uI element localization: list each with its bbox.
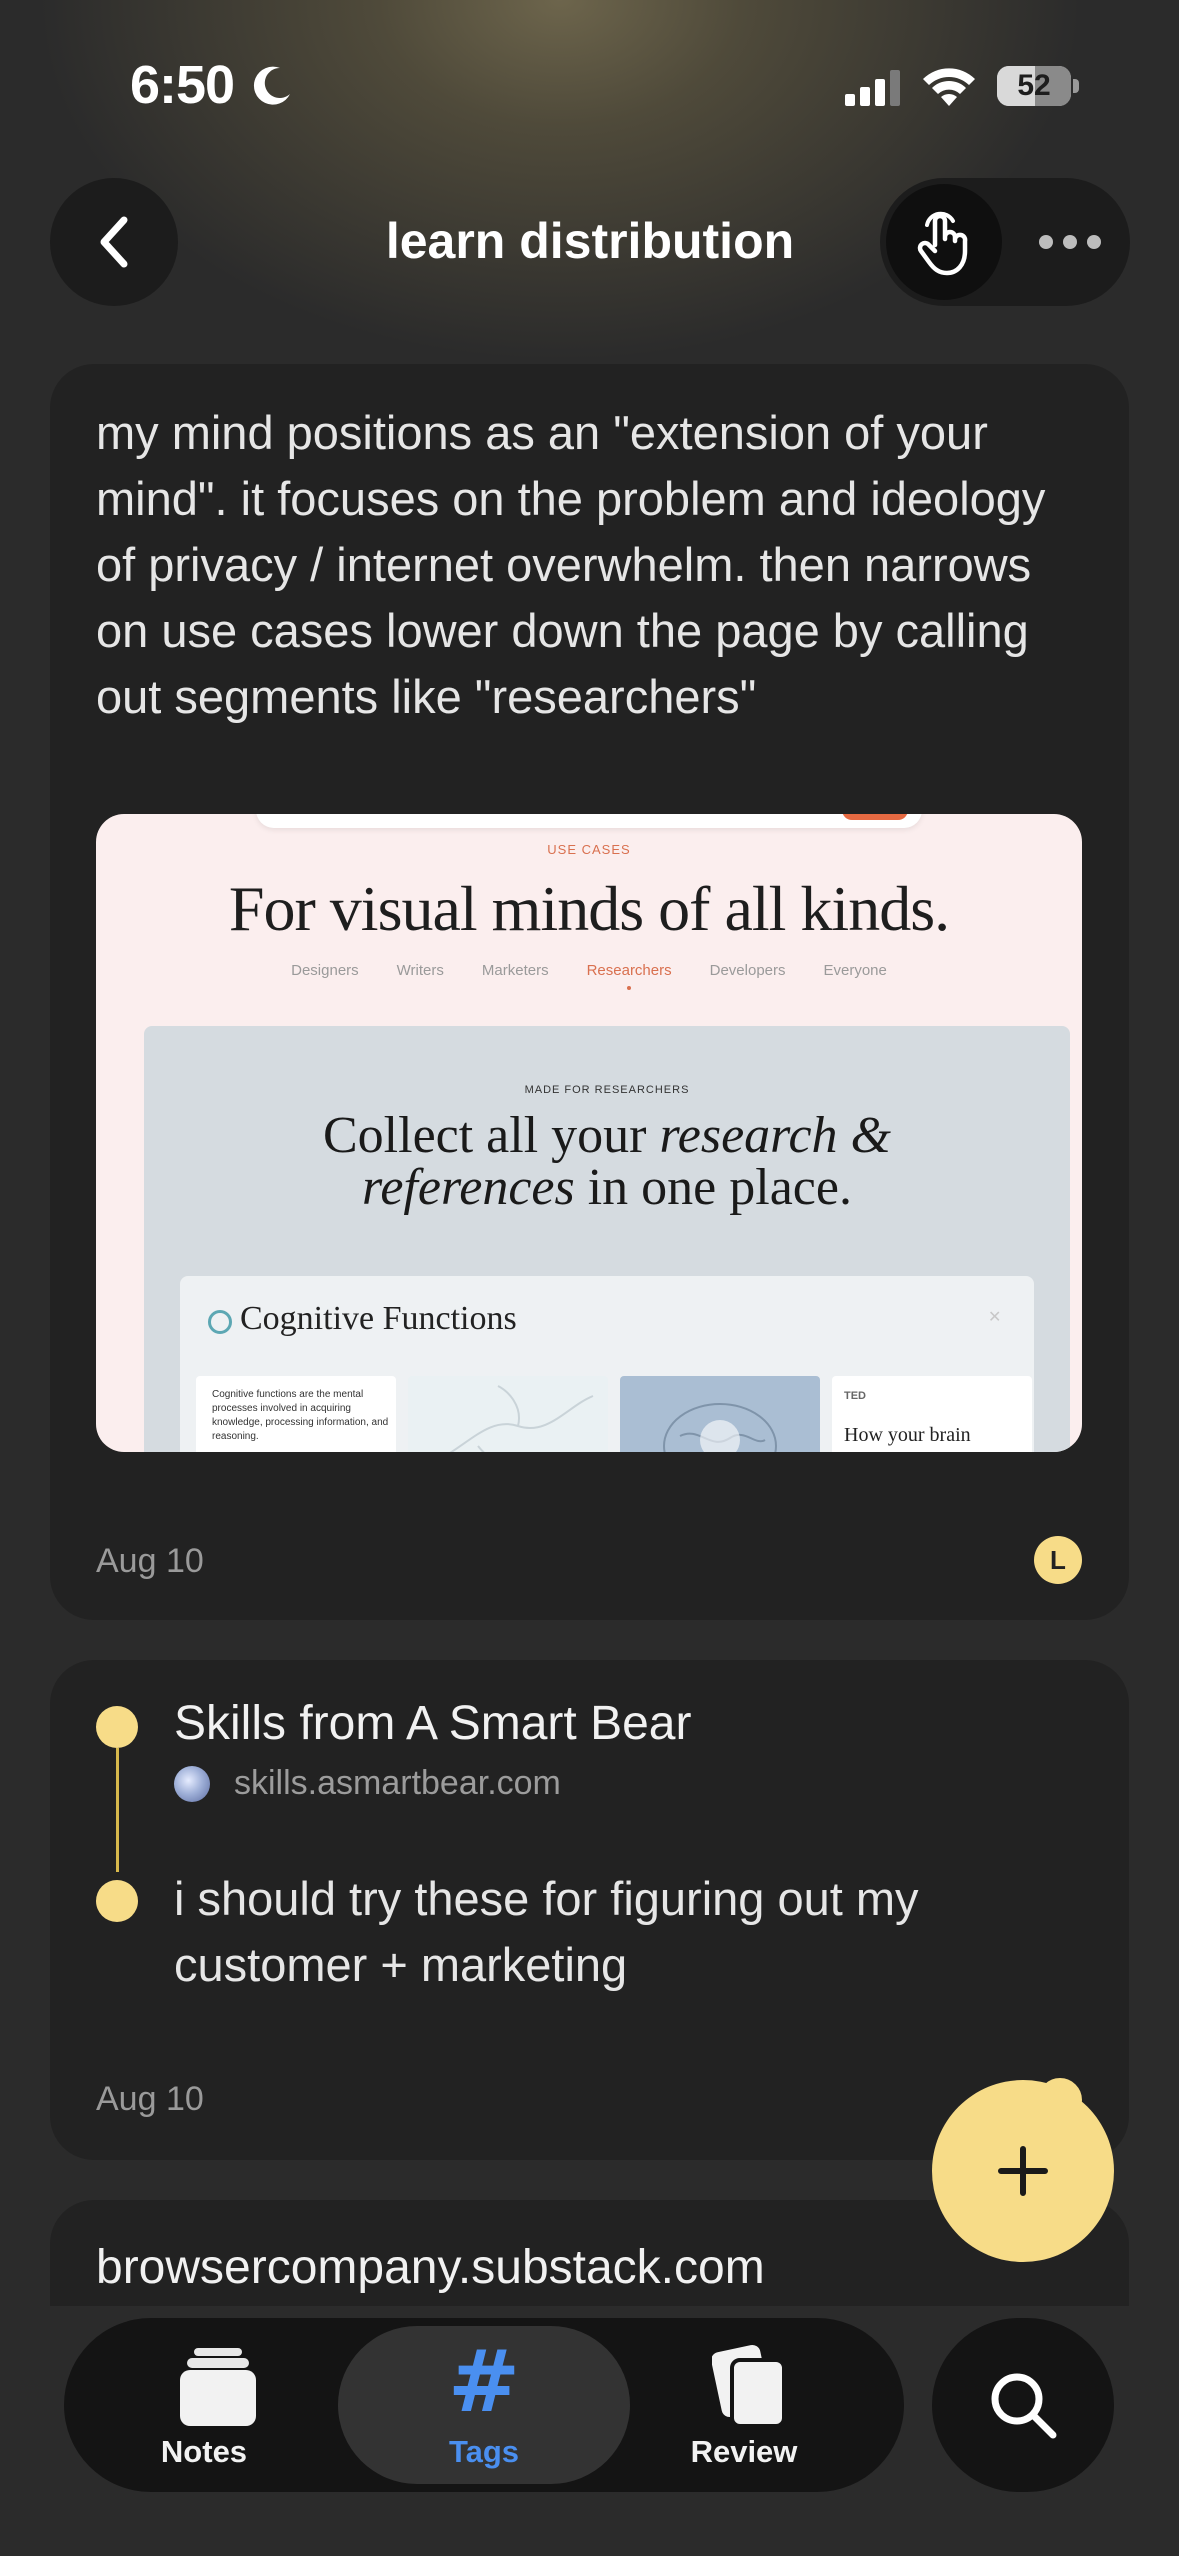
preview-panel: MADE FOR RESEARCHERS Collect all your re… (144, 1026, 1070, 1452)
preview-tile-ted: TED How your brain (832, 1376, 1032, 1452)
preview-inner-title: Cognitive Functions (240, 1300, 517, 1337)
tab-notes[interactable]: Notes (64, 2318, 344, 2492)
preview-tab: Marketers (481, 962, 549, 979)
preview-tile-title: How your brain (844, 1424, 971, 1446)
preview-inner-card: Cognitive Functions ✕ Cognitive function… (180, 1276, 1034, 1452)
tab-tags[interactable]: # Tags (338, 2318, 630, 2492)
link-title[interactable]: Skills from A Smart Bear (174, 1696, 691, 1751)
hashtag-icon: # (447, 2332, 521, 2432)
preview-tabs: Designers Writers Marketers Researchers … (96, 962, 1082, 990)
preview-nav-bar (256, 814, 922, 828)
gesture-button[interactable] (886, 184, 1002, 300)
hand-pointer-icon (917, 211, 968, 276)
note-text: my mind positions as an "extension of yo… (96, 406, 1046, 723)
preview-tile-video (620, 1376, 820, 1452)
preview-tile-source: TED (844, 1390, 866, 1402)
more-dot (1039, 235, 1053, 249)
tab-label: Notes (160, 2434, 248, 2469)
circle-icon (208, 1310, 232, 1334)
timeline-dot (96, 1880, 138, 1922)
note-date: Aug 10 (96, 1542, 204, 1580)
more-options-button[interactable] (1030, 208, 1110, 276)
preview-tab: Everyone (823, 962, 887, 979)
preview-tab: Designers (291, 962, 359, 979)
headline-part: in one place. (574, 1159, 852, 1216)
status-bar: 6:50 52 (0, 0, 1179, 170)
preview-tab: Developers (709, 962, 786, 979)
add-note-button[interactable] (932, 2080, 1114, 2262)
preview-tile-text: Cognitive functions are the mental proce… (196, 1376, 396, 1452)
globe-icon (174, 1766, 210, 1802)
preview-headline: For visual minds of all kinds. (228, 873, 950, 944)
preview-panel-headline: Collect all your research & references i… (144, 1110, 1070, 1214)
page-title: learn distribution (385, 213, 795, 269)
headline-emphasis: research & (659, 1107, 892, 1164)
timeline-dot (96, 1706, 138, 1748)
preview-nav-cta (842, 814, 908, 820)
battery-tip (1073, 79, 1079, 93)
timeline-line (116, 1748, 119, 1872)
search-button[interactable] (932, 2318, 1114, 2492)
battery-body: 52 (997, 66, 1071, 106)
review-cards-icon (712, 2345, 786, 2428)
battery-indicator: 52 (997, 66, 1079, 106)
more-dot (1063, 235, 1077, 249)
header-actions (880, 178, 1130, 306)
more-dot (1087, 235, 1101, 249)
status-time: 6:50 (130, 55, 235, 115)
link-domain[interactable]: skills.asmartbear.com (234, 1764, 561, 1803)
moon-icon (253, 66, 290, 105)
tab-bar: Notes # Tags Review (64, 2318, 904, 2492)
note-text: i should try these for figuring out my c… (174, 1872, 919, 1991)
link-title[interactable]: browsercompany.substack.com (96, 2240, 765, 2295)
preview-eyebrow: USE CASES (547, 842, 631, 857)
play-icon (700, 1420, 740, 1452)
plus-icon (998, 2146, 1048, 2196)
neuron-illustration-icon (449, 1385, 594, 1452)
back-button[interactable] (50, 178, 178, 306)
battery-percent: 52 (1017, 69, 1051, 102)
screenshot-preview[interactable]: USE CASES For visual minds of all kinds.… (96, 814, 1082, 1452)
close-icon: ✕ (988, 1309, 1002, 1326)
notes-stack-icon (180, 2348, 256, 2426)
note-card[interactable]: Skills from A Smart Bear skills.asmartbe… (50, 1660, 1129, 2160)
tab-label: Review (690, 2434, 798, 2469)
headline-emphasis: references (362, 1159, 575, 1216)
preview-tile-image (408, 1376, 608, 1452)
note-date: Aug 10 (96, 2080, 204, 2118)
note-card[interactable]: my mind positions as an "extension of yo… (50, 364, 1129, 1620)
wifi-icon (923, 68, 975, 106)
avatar[interactable]: L (1034, 1536, 1082, 1584)
preview-panel-eyebrow: MADE FOR RESEARCHERS (524, 1084, 690, 1096)
preview-tile-body: Cognitive functions are the mental proce… (212, 1389, 389, 1442)
tab-label: Tags (448, 2434, 520, 2469)
cellular-signal-icon (845, 70, 900, 106)
headline-part: Collect all your (322, 1107, 660, 1164)
tab-review[interactable]: Review (604, 2318, 884, 2492)
preview-tab-active: Researchers (568, 962, 691, 990)
search-icon (991, 2373, 1057, 2439)
preview-tab: Writers (396, 962, 444, 979)
chevron-left-icon (100, 216, 128, 268)
